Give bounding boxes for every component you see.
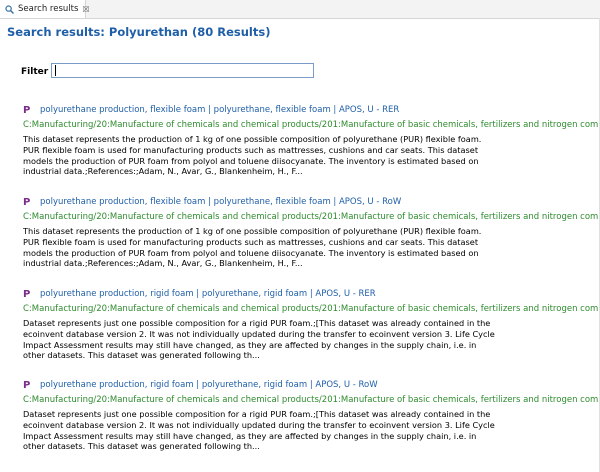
result-link[interactable]: polyurethane production, rigid foam | po… [40,289,376,299]
process-icon: P [23,288,31,300]
description-line: Dataset represents just one possible com… [23,318,491,328]
description-line: industrial data.;References:;Adam, N., A… [23,258,303,269]
result-item: P polyurethane production, rigid foam | … [23,287,600,361]
process-icon: P [23,104,31,116]
tab-bar: Search results ☒ [0,0,600,19]
result-link[interactable]: polyurethane production, rigid foam | po… [40,380,378,390]
result-category-path: C:Manufacturing/20:Manufacture of chemic… [23,212,600,222]
description-line: PUR flexible foam is used for manufactur… [23,236,479,247]
result-description: This dataset represents the production o… [23,134,482,177]
result-link[interactable]: polyurethane production, flexible foam |… [40,105,399,115]
tab-label: Search results [18,4,79,14]
page-title: Search results: Polyurethan (80 Results) [7,25,271,39]
description-line: ecoinvent database version 2. It was not… [23,328,495,339]
filter-label: Filter [21,67,49,77]
result-description: Dataset represents just one possible com… [23,409,495,452]
tab-search-results[interactable]: Search results ☒ [0,0,90,18]
description-line: other datasets. This dataset was generat… [23,441,260,452]
description-line: Impact Assessment results may still have… [23,339,477,350]
result-description: Dataset represents just one possible com… [23,318,495,361]
description-line: models the production of PUR foam from p… [23,155,479,166]
description-line: models the production of PUR foam from p… [23,247,479,258]
filter-input[interactable] [51,63,314,78]
description-line: industrial data.;References:;Adam, N., A… [23,166,303,177]
result-category-path: C:Manufacturing/20:Manufacture of chemic… [23,120,600,130]
description-line: PUR flexible foam is used for manufactur… [23,144,479,155]
description-line: ecoinvent database version 2. It was not… [23,419,495,430]
result-link[interactable]: polyurethane production, flexible foam |… [40,197,401,207]
process-icon: P [23,196,31,208]
result-category-path: C:Manufacturing/20:Manufacture of chemic… [23,304,600,314]
result-category-path: C:Manufacturing/20:Manufacture of chemic… [23,395,600,405]
result-item: P polyurethane production, flexible foam… [23,103,600,177]
description-line: This dataset represents the production o… [23,134,482,144]
description-line: other datasets. This dataset was generat… [23,350,260,361]
result-item: P polyurethane production, rigid foam | … [23,378,600,452]
process-icon: P [23,379,31,391]
text-caret [55,65,56,76]
description-line: Impact Assessment results may still have… [23,430,477,441]
description-line: This dataset represents the production o… [23,226,482,236]
description-line: Dataset represents just one possible com… [23,409,491,419]
close-icon[interactable]: ☒ [82,5,89,14]
result-description: This dataset represents the production o… [23,226,482,269]
result-item: P polyurethane production, flexible foam… [23,195,600,269]
search-icon [5,4,14,14]
